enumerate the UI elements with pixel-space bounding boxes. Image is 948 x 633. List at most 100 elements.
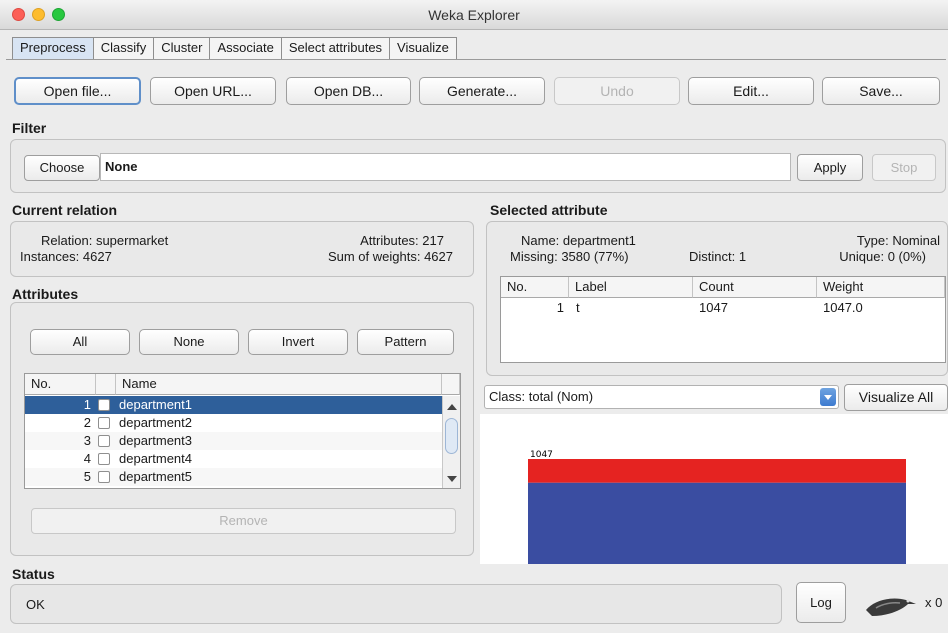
attributes-table: No. Name 1 department1 2 department2 3 d… — [24, 373, 461, 489]
attr-distinct-line: Distinct: 1 — [689, 249, 746, 264]
sum-weights-label: Sum of weights: — [327, 249, 421, 264]
attr-name-value: department1 — [562, 233, 636, 248]
attr-missing-label: Missing: — [510, 249, 558, 264]
table-row[interactable]: 1 t 1047 1047.0 — [501, 299, 945, 317]
col-count-header[interactable]: Count — [693, 277, 817, 298]
col-label-header[interactable]: Label — [569, 277, 693, 298]
attr-missing-line: Missing: 3580 (77%) — [510, 249, 629, 264]
attribute-values-table: No. Label Count Weight 1 t 1047 1047.0 — [500, 276, 946, 363]
scroll-thumb[interactable] — [445, 418, 458, 454]
save-button[interactable]: Save... — [822, 77, 940, 105]
class-dropdown-value: Class: total (Nom) — [489, 389, 594, 404]
open-file-button[interactable]: Open file... — [14, 77, 141, 105]
log-button[interactable]: Log — [796, 582, 846, 623]
weka-bird-icon[interactable] — [862, 590, 918, 620]
row-no: 2 — [83, 415, 91, 430]
pattern-button[interactable]: Pattern — [357, 329, 454, 355]
attr-type-label: Type: — [856, 233, 889, 248]
task-count: x 0 — [925, 595, 943, 610]
scroll-up-icon[interactable] — [447, 404, 457, 410]
col-name-header[interactable]: Name — [116, 374, 442, 395]
histogram-bar-segment-2 — [528, 482, 906, 564]
col-no-header[interactable]: No. — [501, 277, 569, 298]
attributes-scrollbar[interactable] — [442, 396, 460, 488]
cell-count: 1047 — [699, 300, 728, 315]
table-row[interactable]: 3 department3 — [25, 432, 442, 450]
tab-bar: Preprocess Classify Cluster Associate Se… — [12, 37, 457, 59]
attr-name-line: Name: department1 — [521, 233, 636, 248]
table-row[interactable]: 2 department2 — [25, 414, 442, 432]
status-panel — [10, 584, 782, 624]
relation-line: Relation: supermarket — [41, 233, 168, 248]
instances-value: 4627 — [82, 249, 112, 264]
undo-button[interactable]: Undo — [554, 77, 680, 105]
filter-stop-button[interactable]: Stop — [872, 154, 936, 181]
histogram-bar-segment-1 — [528, 459, 906, 483]
row-no: 4 — [83, 451, 91, 466]
header-corner — [442, 374, 460, 395]
class-dropdown[interactable]: Class: total (Nom) — [484, 385, 839, 409]
filter-heading: Filter — [12, 120, 47, 136]
col-weight-header[interactable]: Weight — [817, 277, 945, 298]
attributes-count-line: Attributes: 217 — [250, 233, 444, 248]
row-no: 3 — [83, 433, 91, 448]
tab-classify[interactable]: Classify — [92, 37, 155, 59]
attributes-heading: Attributes — [12, 286, 79, 302]
relation-value: supermarket — [95, 233, 169, 248]
status-message: OK — [26, 597, 45, 612]
cell-label: t — [576, 300, 580, 315]
cell-weight: 1047.0 — [823, 300, 863, 315]
instances-label: Instances: — [20, 249, 80, 264]
open-db-button[interactable]: Open DB... — [286, 77, 411, 105]
row-name: department5 — [119, 469, 192, 484]
tab-visualize[interactable]: Visualize — [389, 37, 457, 59]
attributes-count-value: 217 — [422, 233, 444, 248]
generate-button[interactable]: Generate... — [419, 77, 545, 105]
tab-associate[interactable]: Associate — [209, 37, 282, 59]
sum-weights-line: Sum of weights: 4627 — [250, 249, 453, 264]
attr-type-value: Nominal — [892, 233, 940, 248]
invert-selection-button[interactable]: Invert — [248, 329, 348, 355]
col-check-header[interactable] — [96, 374, 116, 395]
chevron-down-icon[interactable] — [820, 388, 836, 406]
tab-select-attributes[interactable]: Select attributes — [280, 37, 391, 59]
attr-unique-value: 0 (0%) — [887, 249, 926, 264]
scroll-down-icon[interactable] — [447, 476, 457, 482]
filter-choose-button[interactable]: Choose — [24, 155, 100, 181]
select-all-button[interactable]: All — [30, 329, 130, 355]
col-no-header[interactable]: No. — [25, 374, 96, 395]
row-checkbox[interactable] — [98, 399, 110, 411]
table-row[interactable]: 1 department1 — [25, 396, 442, 414]
instances-line: Instances: 4627 — [20, 249, 112, 264]
tab-divider — [6, 59, 946, 60]
row-checkbox[interactable] — [98, 471, 110, 483]
filter-field[interactable]: None — [100, 153, 791, 181]
bar-count-label: 1047 — [530, 450, 553, 460]
table-row[interactable]: 4 department4 — [25, 450, 442, 468]
row-name: department1 — [119, 397, 192, 412]
relation-label: Relation: — [41, 233, 93, 248]
tab-cluster[interactable]: Cluster — [153, 37, 211, 59]
tab-preprocess[interactable]: Preprocess — [12, 37, 94, 59]
attr-name-label: Name: — [521, 233, 560, 248]
row-checkbox[interactable] — [98, 435, 110, 447]
histogram-svg: 1047 — [528, 450, 906, 564]
row-checkbox[interactable] — [98, 417, 110, 429]
select-none-button[interactable]: None — [139, 329, 239, 355]
row-no: 1 — [83, 397, 91, 412]
open-url-button[interactable]: Open URL... — [150, 77, 276, 105]
edit-button[interactable]: Edit... — [688, 77, 814, 105]
status-heading: Status — [12, 566, 55, 582]
sum-weights-value: 4627 — [424, 249, 453, 264]
attr-distinct-value: 1 — [738, 249, 747, 264]
window-title: Weka Explorer — [428, 7, 520, 23]
attributes-count-label: Attributes: — [360, 233, 419, 248]
row-checkbox[interactable] — [98, 453, 110, 465]
table-row[interactable]: 5 department5 — [25, 468, 442, 486]
attr-missing-value: 3580 (77%) — [561, 249, 629, 264]
remove-button[interactable]: Remove — [31, 508, 456, 534]
cell-no: 1 — [556, 300, 564, 315]
row-name: department4 — [119, 451, 192, 466]
filter-apply-button[interactable]: Apply — [797, 154, 863, 181]
visualize-all-button[interactable]: Visualize All — [844, 384, 948, 411]
